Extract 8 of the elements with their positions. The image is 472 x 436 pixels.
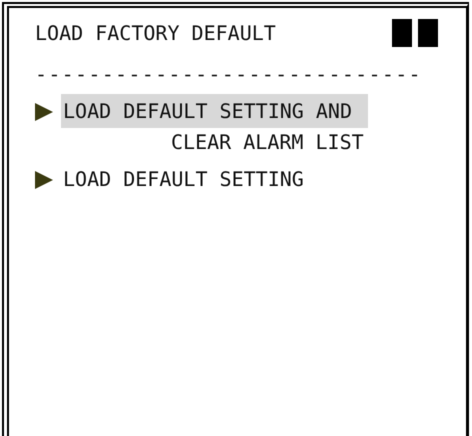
menu-option[interactable]: LOAD DEFAULT SETTING [61,162,308,196]
pointer-arrow-icon [35,103,53,121]
dashed-separator: ----------------------------- [35,62,423,86]
status-blocks-icon [392,19,438,47]
menu-option[interactable]: CLEAR ALARM LIST [169,128,368,156]
pointer-arrow-icon [35,171,53,189]
screen-title: LOAD FACTORY DEFAULT [35,20,276,47]
menu-option[interactable]: LOAD DEFAULT SETTING AND [61,94,368,128]
